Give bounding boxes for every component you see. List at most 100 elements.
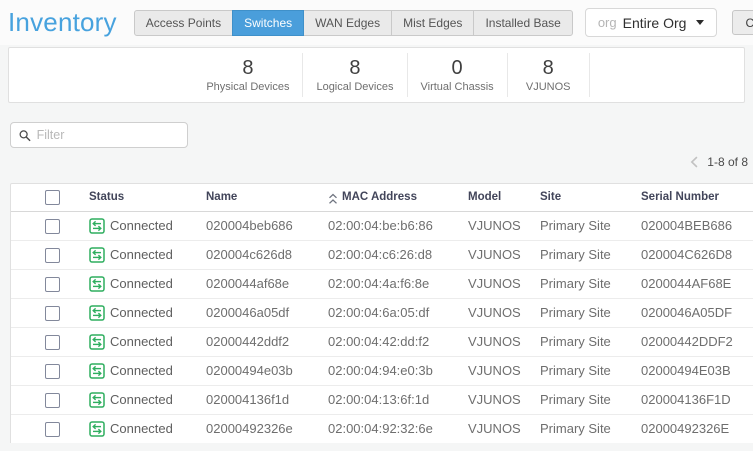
mac-cell: 02:00:04:42:dd:f2 (318, 327, 458, 356)
column-header-mac-label: MAC Address (342, 191, 417, 203)
column-header-name[interactable]: Name (196, 184, 318, 211)
model-cell: VJUNOS (458, 298, 530, 327)
site-cell: Primary Site (530, 356, 631, 385)
column-header-mac[interactable]: MAC Address (318, 184, 458, 211)
chevron-down-icon (696, 20, 704, 25)
stat-label: VJUNOS (526, 81, 571, 93)
filter-box (10, 122, 188, 148)
serial-cell: 020004C626D8 (631, 240, 753, 269)
status-label: Connected (110, 305, 173, 320)
status-cell: Connected (79, 356, 196, 385)
org-selector[interactable]: org Entire Org (585, 8, 718, 37)
tab-switches[interactable]: Switches (232, 10, 304, 36)
row-checkbox-cell (11, 356, 79, 385)
column-header-site[interactable]: Site (530, 184, 631, 211)
column-header-serial[interactable]: Serial Number (631, 184, 753, 211)
status-cell: Connected (79, 269, 196, 298)
row-checkbox[interactable] (45, 335, 60, 350)
site-cell: Primary Site (530, 298, 631, 327)
name-cell[interactable]: 020004c626d8 (196, 240, 318, 269)
stat-vjunos: 8 VJUNOS (508, 53, 590, 97)
status-cell: Connected (79, 240, 196, 269)
column-header-model[interactable]: Model (458, 184, 530, 211)
name-cell[interactable]: 02000442ddf2 (196, 327, 318, 356)
site-cell: Primary Site (530, 327, 631, 356)
mac-cell: 02:00:04:c6:26:d8 (318, 240, 458, 269)
serial-cell: 02000492326E (631, 414, 753, 443)
table-row[interactable]: Connected 02000494e03b 02:00:04:94:e0:3b… (11, 356, 753, 385)
table-body: Connected 020004beb686 02:00:04:be:b6:86… (11, 211, 753, 443)
serial-cell: 020004136F1D (631, 385, 753, 414)
header-checkbox-cell (11, 184, 79, 211)
model-cell: VJUNOS (458, 356, 530, 385)
status-cell: Connected (79, 327, 196, 356)
row-checkbox[interactable] (45, 277, 60, 292)
previous-page-button[interactable] (690, 156, 698, 168)
mac-cell: 02:00:04:4a:f6:8e (318, 269, 458, 298)
row-checkbox[interactable] (45, 306, 60, 321)
name-cell[interactable]: 02000492326e (196, 414, 318, 443)
name-cell[interactable]: 0200046a05df (196, 298, 318, 327)
tab-installed-base[interactable]: Installed Base (473, 10, 572, 36)
name-cell[interactable]: 020004beb686 (196, 211, 318, 240)
status-label: Connected (110, 392, 173, 407)
name-cell[interactable]: 0200044af68e (196, 269, 318, 298)
status-cell: Connected (79, 211, 196, 240)
serial-cell: 020004BEB686 (631, 211, 753, 240)
model-cell: VJUNOS (458, 327, 530, 356)
stat-physical-devices: 8 Physical Devices (193, 53, 303, 97)
stat-value: 8 (543, 57, 554, 79)
switches-table: Status Name MAC Address Model Site (11, 184, 753, 443)
site-cell: Primary Site (530, 385, 631, 414)
stat-value: 8 (242, 57, 253, 79)
status-label: Connected (110, 421, 173, 436)
row-checkbox[interactable] (45, 219, 60, 234)
tab-access-points[interactable]: Access Points (134, 10, 233, 36)
switch-connected-icon (89, 334, 105, 350)
stat-label: Physical Devices (206, 81, 289, 93)
claim-switches-button[interactable]: Claim Switches (732, 10, 753, 35)
pagination-range: 1-8 of 8 (707, 155, 748, 169)
switch-connected-icon (89, 276, 105, 292)
table-row[interactable]: Connected 0200044af68e 02:00:04:4a:f6:8e… (11, 269, 753, 298)
row-checkbox-cell (11, 240, 79, 269)
model-cell: VJUNOS (458, 414, 530, 443)
select-all-checkbox[interactable] (45, 190, 60, 205)
site-cell: Primary Site (530, 269, 631, 298)
tab-label: Switches (244, 16, 292, 30)
row-checkbox[interactable] (45, 422, 60, 437)
table-row[interactable]: Connected 02000492326e 02:00:04:92:32:6e… (11, 414, 753, 443)
row-checkbox[interactable] (45, 364, 60, 379)
serial-cell: 02000494E03B (631, 356, 753, 385)
name-cell[interactable]: 02000494e03b (196, 356, 318, 385)
stats-row: 8 Physical Devices 8 Logical Devices 0 V… (193, 53, 589, 97)
table-row[interactable]: Connected 020004136f1d 02:00:04:13:6f:1d… (11, 385, 753, 414)
row-checkbox[interactable] (45, 248, 60, 263)
status-label: Connected (110, 247, 173, 262)
org-prefix-label: org (598, 15, 617, 30)
tab-mist-edges[interactable]: Mist Edges (391, 10, 474, 36)
status-label: Connected (110, 363, 173, 378)
status-cell: Connected (79, 414, 196, 443)
pagination: 1-8 of 8 (0, 154, 748, 170)
row-checkbox-cell (11, 211, 79, 240)
row-checkbox-cell (11, 327, 79, 356)
model-cell: VJUNOS (458, 385, 530, 414)
column-header-status[interactable]: Status (79, 184, 196, 211)
table-row[interactable]: Connected 02000442ddf2 02:00:04:42:dd:f2… (11, 327, 753, 356)
row-checkbox-cell (11, 298, 79, 327)
name-cell[interactable]: 020004136f1d (196, 385, 318, 414)
table-row[interactable]: Connected 020004beb686 02:00:04:be:b6:86… (11, 211, 753, 240)
tab-label: Access Points (146, 16, 221, 30)
stat-virtual-chassis: 0 Virtual Chassis (408, 53, 508, 97)
row-checkbox[interactable] (45, 393, 60, 408)
table-row[interactable]: Connected 020004c626d8 02:00:04:c6:26:d8… (11, 240, 753, 269)
mac-cell: 02:00:04:13:6f:1d (318, 385, 458, 414)
tab-wan-edges[interactable]: WAN Edges (303, 10, 392, 36)
mac-cell: 02:00:04:6a:05:df (318, 298, 458, 327)
site-cell: Primary Site (530, 414, 631, 443)
switch-connected-icon (89, 218, 105, 234)
table-row[interactable]: Connected 0200046a05df 02:00:04:6a:05:df… (11, 298, 753, 327)
status-cell: Connected (79, 298, 196, 327)
filter-input[interactable] (37, 128, 179, 142)
